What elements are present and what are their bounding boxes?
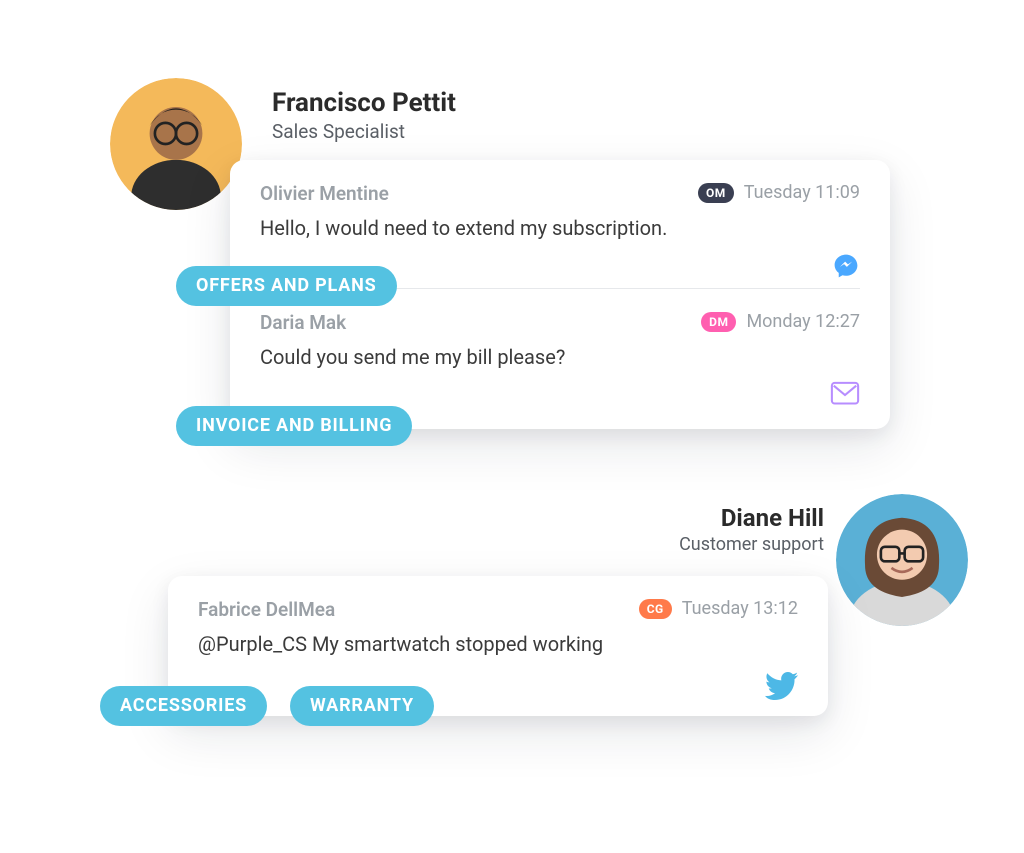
- ticket-message: Hello, I would need to extend my subscri…: [260, 215, 860, 242]
- agent-role: Sales Specialist: [272, 120, 405, 143]
- ticket-card[interactable]: Fabrice DellMea CG Tuesday 13:12 @Purple…: [168, 576, 828, 716]
- ticket-time: Tuesday 13:12: [682, 598, 798, 619]
- ticket[interactable]: Fabrice DellMea CG Tuesday 13:12 @Purple…: [198, 598, 798, 658]
- ticket-message: Could you send me my bill please?: [260, 344, 860, 371]
- initials-badge: CG: [639, 599, 672, 619]
- tag-invoice-and-billing[interactable]: INVOICE AND BILLING: [176, 406, 412, 446]
- mail-icon: [830, 381, 860, 407]
- tag-accessories[interactable]: ACCESSORIES: [100, 686, 267, 726]
- agent-role: Customer support: [679, 534, 824, 555]
- ticket[interactable]: Daria Mak DM Monday 12:27 Could you send…: [260, 311, 860, 371]
- avatar-icon: [110, 78, 242, 210]
- messenger-icon: [832, 252, 860, 280]
- tag-warranty[interactable]: WARRANTY: [290, 686, 434, 726]
- twitter-icon: [764, 672, 798, 700]
- agent-name: Francisco Pettit: [272, 88, 456, 118]
- ticket[interactable]: Olivier Mentine OM Tuesday 11:09 Hello, …: [260, 182, 860, 242]
- agent-name: Diane Hill: [721, 504, 824, 532]
- initials-badge: DM: [701, 312, 736, 332]
- ticket-time: Tuesday 11:09: [744, 182, 860, 203]
- initials-badge: OM: [698, 183, 734, 203]
- tag-offers-and-plans[interactable]: OFFERS AND PLANS: [176, 266, 397, 306]
- avatar-icon: [836, 494, 968, 626]
- ticket-time: Monday 12:27: [746, 311, 860, 332]
- avatar: [110, 78, 242, 210]
- ticket-message: @Purple_CS My smartwatch stopped working: [198, 631, 798, 658]
- avatar: [836, 494, 968, 626]
